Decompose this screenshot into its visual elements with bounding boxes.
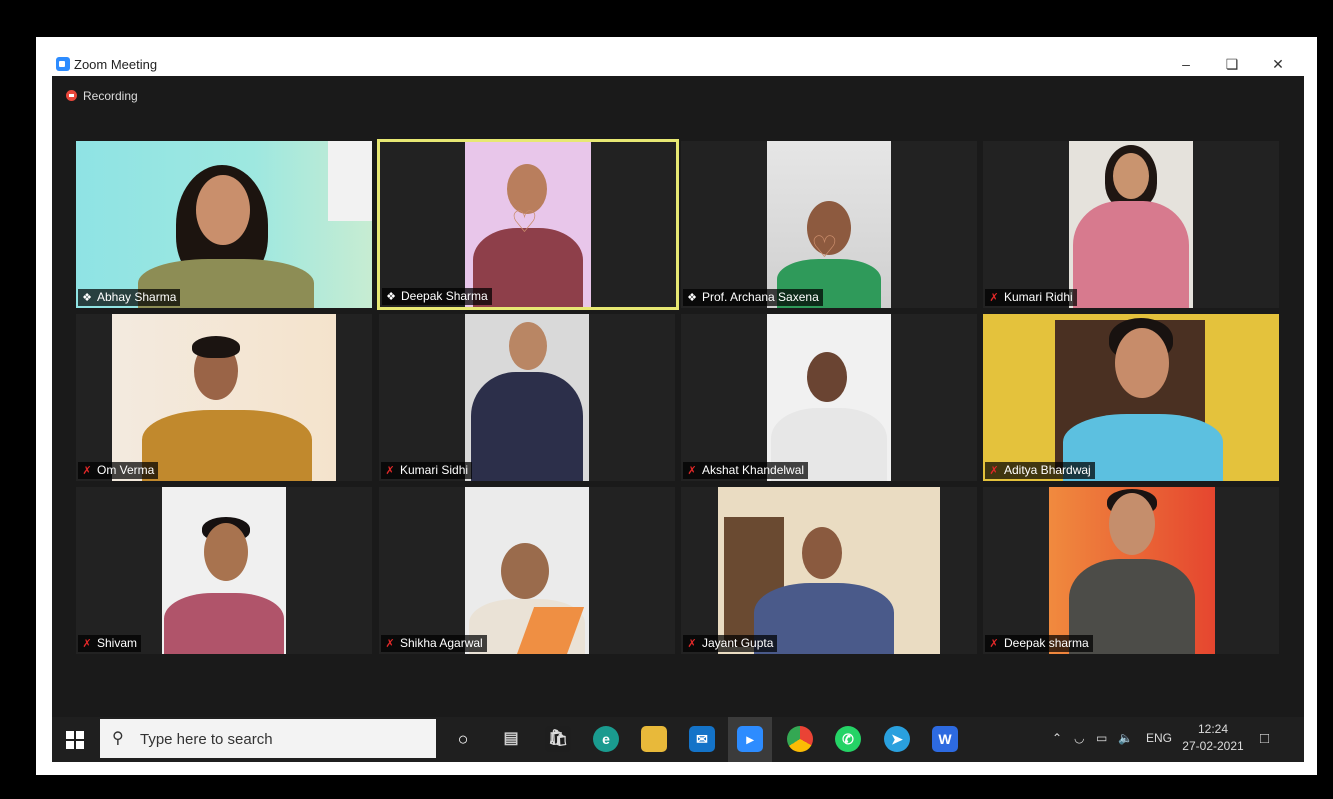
participant-nameplate: ✗ Kumari Ridhi (985, 289, 1077, 306)
mic-muted-icon: ✗ (989, 465, 999, 477)
participant-tile[interactable]: ✗ Kumari Ridhi (983, 141, 1279, 308)
participant-tile[interactable]: ✗ Jayant Gupta (681, 487, 977, 654)
participant-nameplate: ✗ Shikha Agarwal (381, 635, 487, 652)
participant-tile[interactable]: ✗ Shivam (76, 487, 372, 654)
close-button[interactable]: ✕ (1258, 54, 1298, 74)
whatsapp-icon[interactable]: ✆ (835, 726, 861, 752)
mail-icon[interactable]: ✉ (689, 726, 715, 752)
participant-tile-active[interactable]: ♡ ❖ Deepak Sharma (377, 139, 679, 310)
language-indicator[interactable]: ENG (1146, 731, 1172, 749)
participant-nameplate: ✗ Aditya Bhardwaj (985, 462, 1095, 479)
participant-tile[interactable]: ✗ Aditya Bhardwaj (983, 314, 1279, 481)
mic-muted-icon: ✗ (82, 465, 92, 477)
search-icon: ⚲ (112, 730, 124, 747)
store-icon[interactable]: 🛍 (545, 726, 571, 752)
battery-icon[interactable]: ▭ (1096, 731, 1107, 749)
recording-icon (66, 90, 77, 101)
task-view-icon[interactable]: ▤ (498, 726, 524, 752)
mic-muted-icon: ✗ (687, 638, 697, 650)
search-placeholder: Type here to search (140, 731, 273, 748)
volume-icon[interactable]: 🔈 (1118, 731, 1133, 749)
mic-muted-icon: ✗ (82, 638, 92, 650)
participant-nameplate: ✗ Deepak sharma (985, 635, 1093, 652)
restore-button[interactable]: ❏ (1212, 54, 1252, 74)
participant-tile[interactable]: ✗ Shikha Agarwal (379, 487, 675, 654)
participant-nameplate: ✗ Akshat Khandelwal (683, 462, 809, 479)
mic-muted-icon: ✗ (385, 638, 395, 650)
search-box[interactable]: ⚲ Type here to search (100, 719, 436, 758)
zoom-logo-icon (56, 57, 70, 71)
taskbar: ⚲ Type here to search ○ ▤ 🛍 e ✉ ▸ ✆ ➤ W … (52, 717, 1304, 762)
wps-office-icon[interactable]: W (932, 726, 958, 752)
clock[interactable]: 12:24 27-02-2021 (1180, 721, 1246, 759)
chrome-icon[interactable] (787, 726, 813, 752)
participant-nameplate: ❖ Deepak Sharma (382, 288, 492, 305)
edge-icon[interactable]: e (593, 726, 619, 752)
participant-tile[interactable]: ✗ Akshat Khandelwal (681, 314, 977, 481)
cortana-icon[interactable]: ○ (450, 726, 476, 752)
minimize-button[interactable]: – (1166, 54, 1206, 74)
zoom-window: Zoom Meeting – ❏ ✕ Recording ❖ Abhay Shar… (52, 52, 1304, 762)
mic-muted-icon: ✗ (989, 638, 999, 650)
file-explorer-icon[interactable] (641, 726, 667, 752)
mic-muted-icon: ✗ (385, 465, 395, 477)
title-bar: Zoom Meeting – ❏ ✕ (52, 52, 1304, 76)
participant-nameplate: ❖ Prof. Archana Saxena (683, 289, 823, 306)
participant-nameplate: ✗ Shivam (78, 635, 142, 652)
start-button[interactable] (66, 731, 84, 749)
show-hidden-icons-button[interactable]: ⌃ (1052, 731, 1062, 749)
participant-tile[interactable]: ✗ Deepak sharma (983, 487, 1279, 654)
pin-icon: ❖ (82, 292, 92, 304)
participant-nameplate: ✗ Jayant Gupta (683, 635, 778, 652)
participant-tile[interactable]: ♡ ❖ Prof. Archana Saxena (681, 141, 977, 308)
participant-tile[interactable]: ✗ Om Verma (76, 314, 372, 481)
participant-nameplate: ✗ Om Verma (78, 462, 159, 479)
recording-indicator[interactable]: Recording (66, 89, 138, 103)
pin-icon: ❖ (687, 292, 697, 304)
pin-icon: ❖ (386, 291, 396, 303)
clock-time: 12:24 (1197, 722, 1229, 736)
zoom-icon[interactable]: ▸ (737, 726, 763, 752)
clock-date: 27-02-2021 (1182, 739, 1244, 753)
telegram-icon[interactable]: ➤ (884, 726, 910, 752)
recording-label: Recording (83, 89, 138, 103)
network-icon[interactable]: ◡ (1074, 731, 1084, 749)
mic-muted-icon: ✗ (687, 465, 697, 477)
participant-tile[interactable]: ❖ Abhay Sharma (76, 141, 372, 308)
mic-muted-icon: ✗ (989, 292, 999, 304)
participant-tile[interactable]: ✗ Kumari Sidhi (379, 314, 675, 481)
notification-icon[interactable]: □ (1260, 730, 1269, 750)
participant-nameplate: ❖ Abhay Sharma (78, 289, 181, 306)
participant-nameplate: ✗ Kumari Sidhi (381, 462, 473, 479)
window-title: Zoom Meeting (74, 57, 158, 72)
